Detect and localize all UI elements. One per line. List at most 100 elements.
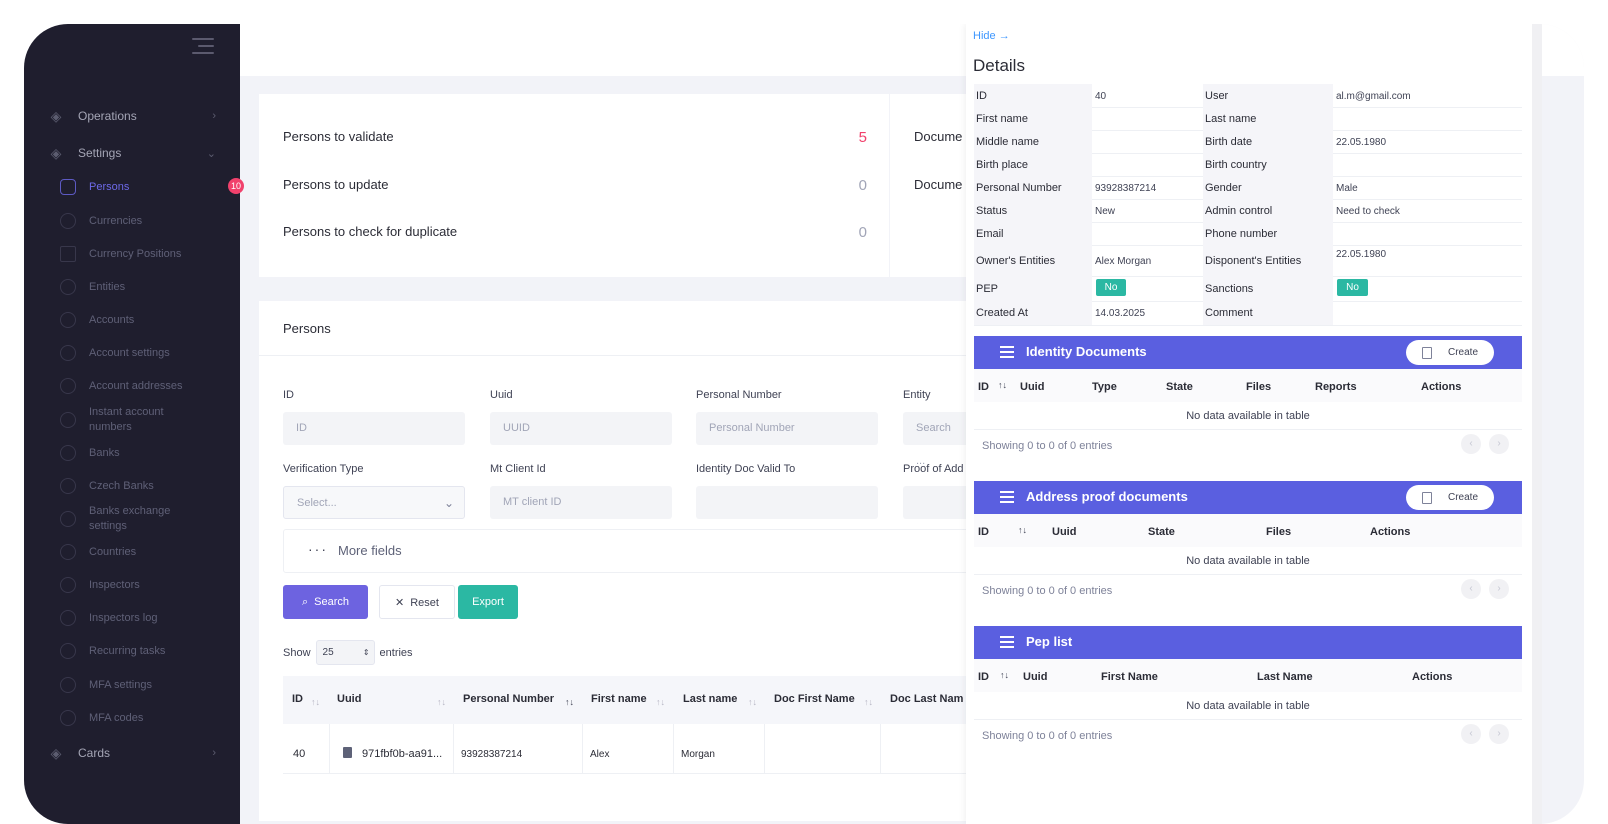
col-id[interactable]: ID: [978, 381, 989, 393]
sidebar-item-instant-account-numbers[interactable]: Instant account numbers: [60, 405, 180, 435]
col-uuid[interactable]: Uuid: [337, 693, 361, 705]
next-page-button[interactable]: ›: [1489, 724, 1509, 744]
menu-icon[interactable]: [1000, 636, 1014, 651]
show-label: Show: [283, 646, 311, 659]
col-reports[interactable]: Reports: [1315, 381, 1357, 393]
col-personal-number[interactable]: Personal Number: [463, 693, 554, 705]
hide-panel-link[interactable]: Hide →: [973, 30, 1010, 42]
col-type[interactable]: Type: [1092, 381, 1117, 393]
entity-search-input[interactable]: Search ...: [903, 412, 969, 467]
sidebar-item-entities[interactable]: Entities: [60, 279, 230, 295]
sidebar-item-currency-positions[interactable]: Currency Positions: [60, 246, 230, 262]
sidebar-item-label: Banks exchange settings: [89, 505, 171, 532]
stat-documents[interactable]: Docume: [914, 129, 968, 144]
select-placeholder: Select...: [297, 497, 337, 509]
col-uuid[interactable]: Uuid: [1020, 381, 1044, 393]
search-button[interactable]: ⌕ Search: [283, 585, 368, 619]
col-doc-first-name[interactable]: Doc First Name: [774, 693, 855, 705]
stat-persons-to-validate[interactable]: Persons to validate 5: [283, 129, 867, 146]
detail-label: Status: [976, 205, 1008, 217]
sidebar-item-account-addresses[interactable]: Account addresses: [60, 378, 230, 394]
copy-icon[interactable]: [343, 747, 352, 758]
sidebar-item-currencies[interactable]: Currencies: [60, 213, 230, 229]
detail-label: Sanctions: [1205, 283, 1254, 295]
nav-section-operations[interactable]: ◈ Operations ›: [48, 105, 216, 127]
identity-doc-valid-to-input[interactable]: [696, 486, 878, 519]
sidebar-item-persons[interactable]: Persons 10: [60, 178, 244, 195]
menu-toggle-icon[interactable]: [192, 38, 214, 56]
sidebar-item-label: Account addresses: [89, 379, 183, 392]
stat-label: Docume: [914, 129, 963, 144]
prev-page-button[interactable]: ‹: [1461, 434, 1481, 454]
detail-key-cell: [974, 84, 1092, 107]
col-actions[interactable]: Actions: [1412, 671, 1452, 683]
sidebar-item-banks-exchange-settings[interactable]: Banks exchange settings: [60, 504, 188, 534]
menu-icon[interactable]: [1000, 491, 1014, 506]
more-fields-toggle[interactable]: ··· More fields: [283, 529, 969, 573]
sidebar-item-recurring-tasks[interactable]: Recurring tasks: [60, 643, 230, 659]
sidebar-item-account-settings[interactable]: Account settings: [60, 345, 230, 361]
export-button[interactable]: Export: [458, 585, 518, 619]
sidebar-item-label: Persons: [89, 180, 130, 193]
proof-of-address-input[interactable]: [903, 486, 969, 519]
reset-button[interactable]: ✕ Reset: [379, 585, 455, 619]
sidebar-item-accounts[interactable]: Accounts: [60, 312, 230, 328]
cell-id: 40: [293, 748, 306, 760]
sidebar-item-countries[interactable]: Countries: [60, 544, 230, 560]
stat-persons-to-update[interactable]: Persons to update 0: [283, 177, 867, 194]
id-input[interactable]: ID: [283, 412, 465, 445]
stat-persons-to-check-duplicate[interactable]: Persons to check for duplicate 0: [283, 224, 867, 241]
item-icon: [60, 445, 76, 461]
col-last-name[interactable]: Last Name: [1257, 671, 1313, 683]
col-actions[interactable]: Actions: [1370, 526, 1410, 538]
sidebar-item-czech-banks[interactable]: Czech Banks: [60, 478, 230, 494]
nav-section-cards[interactable]: ◈ Cards ›: [48, 742, 216, 764]
cell-last-name: Morgan: [681, 749, 715, 760]
uuid-input[interactable]: UUID: [490, 412, 672, 445]
nav-section-settings[interactable]: ◈ Settings ⌄: [48, 142, 216, 164]
next-page-button[interactable]: ›: [1489, 579, 1509, 599]
sidebar-item-inspectors-log[interactable]: Inspectors log: [60, 610, 230, 626]
prev-page-button[interactable]: ‹: [1461, 724, 1481, 744]
col-uuid[interactable]: Uuid: [1023, 671, 1047, 683]
panel-scrollbar[interactable]: [1532, 24, 1542, 824]
prev-page-button[interactable]: ‹: [1461, 579, 1481, 599]
entries-select[interactable]: 25 ⇕: [315, 640, 375, 665]
sidebar-item-label: Entities: [89, 280, 126, 293]
nav-section-label: Cards: [78, 746, 111, 760]
create-address-proof-button[interactable]: Create: [1406, 485, 1494, 510]
col-state[interactable]: State: [1166, 381, 1193, 393]
col-doc-last-name[interactable]: Doc Last Nam: [890, 693, 963, 705]
col-id[interactable]: ID: [978, 671, 989, 683]
sidebar-item-mfa-codes[interactable]: MFA codes: [60, 710, 230, 726]
col-id[interactable]: ID: [978, 526, 989, 538]
sidebar-item-mfa-settings[interactable]: MFA settings: [60, 677, 230, 693]
sidebar-item-label: Currencies: [89, 214, 143, 227]
col-actions[interactable]: Actions: [1421, 381, 1461, 393]
mt-client-id-input[interactable]: MT client ID: [490, 486, 672, 519]
sidebar-item-banks[interactable]: Banks: [60, 445, 230, 461]
stat-documents[interactable]: Docume: [914, 177, 968, 192]
card-title: Persons: [283, 321, 331, 336]
sidebar-item-inspectors[interactable]: Inspectors: [60, 577, 230, 593]
col-files[interactable]: Files: [1266, 526, 1291, 538]
divider: [974, 325, 1522, 326]
next-page-button[interactable]: ›: [1489, 434, 1509, 454]
detail-label: Birth country: [1205, 159, 1267, 171]
menu-icon[interactable]: [1000, 346, 1014, 361]
verification-type-select[interactable]: Select... ⌄: [283, 486, 465, 519]
create-identity-document-button[interactable]: Create: [1406, 340, 1494, 365]
sort-icon: ↑↓: [998, 380, 1007, 390]
col-first-name[interactable]: First name: [591, 693, 647, 705]
col-state[interactable]: State: [1148, 526, 1175, 538]
col-uuid[interactable]: Uuid: [1052, 526, 1076, 538]
filter-label: Personal Number: [696, 389, 782, 401]
cell-uuid: 971fbf0b-aa91...: [362, 748, 443, 760]
item-icon: [60, 710, 76, 726]
col-id[interactable]: ID: [292, 693, 303, 705]
col-last-name[interactable]: Last name: [683, 693, 737, 705]
col-files[interactable]: Files: [1246, 381, 1271, 393]
personal-number-input[interactable]: Personal Number: [696, 412, 878, 445]
col-first-name[interactable]: First Name: [1101, 671, 1158, 683]
detail-label: ID: [976, 90, 987, 102]
